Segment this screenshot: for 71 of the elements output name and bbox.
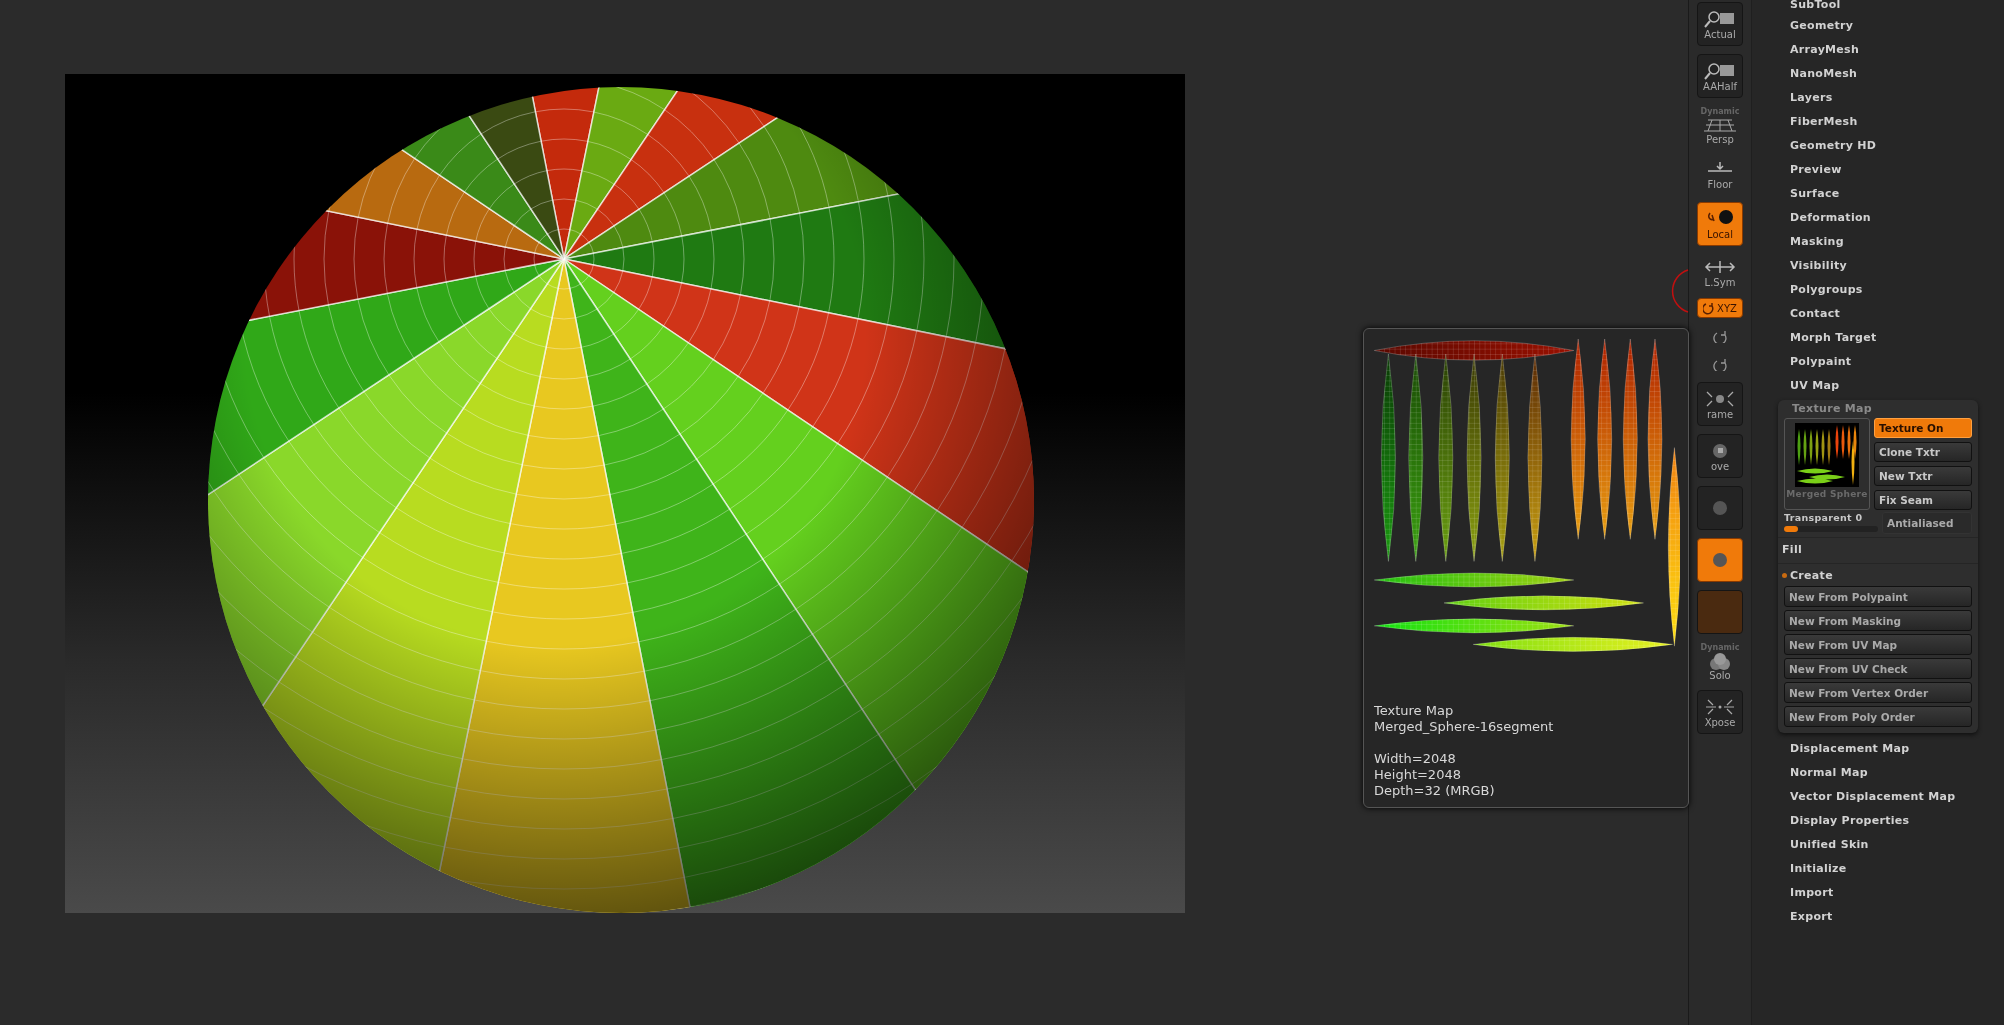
toolbar-button[interactable]: Local (1697, 202, 1743, 246)
menu-item[interactable]: Layers (1778, 86, 1833, 110)
menu-item[interactable]: Geometry HD (1778, 134, 1877, 158)
create-button[interactable]: New From Vertex Order (1784, 682, 1972, 703)
menu-item[interactable]: Masking (1778, 230, 1844, 254)
magnifier-icon (1704, 8, 1736, 29)
menu-item[interactable]: Displacement Map (1778, 737, 1910, 761)
toolbar-button[interactable]: ove (1697, 434, 1743, 478)
create-button[interactable]: New From Poly Order (1784, 706, 1972, 727)
menu-item[interactable]: NanoMesh (1778, 62, 1858, 86)
toolbar-button[interactable]: XYZ (1697, 298, 1743, 318)
toolbar-button[interactable]: Xpose (1697, 690, 1743, 734)
menu-item[interactable]: Surface (1778, 182, 1840, 206)
thumbnail-caption: Merged Sphere (1786, 489, 1868, 499)
caption-text: Dynamic (1700, 107, 1740, 116)
texture-detail: Depth=32 (MRGB) (1374, 783, 1496, 799)
rotate-icon (1713, 329, 1727, 343)
toolbar-button[interactable]: AAHalf (1697, 54, 1743, 98)
menu-item[interactable]: Initialize (1778, 857, 1847, 881)
texture-detail: Width=2048 (1374, 751, 1457, 767)
create-button[interactable]: New From Polypaint (1784, 586, 1972, 607)
menu-item[interactable]: Deformation (1778, 206, 1871, 230)
menu-item[interactable]: Preview (1778, 158, 1842, 182)
slider-track[interactable] (1784, 526, 1878, 532)
viewport[interactable] (65, 74, 1185, 913)
toolbar-button[interactable]: Floor (1697, 154, 1743, 194)
menu-item[interactable]: Vector Displacement Map (1778, 785, 1956, 809)
texture-name: Merged_Sphere-16segment (1374, 719, 1555, 735)
menu-item[interactable]: Geometry (1778, 14, 1854, 38)
texture-button[interactable]: New Txtr (1874, 466, 1972, 486)
toolbar-button[interactable]: Dynamic Persp (1697, 106, 1743, 146)
slider-label: Transparent 0 (1784, 512, 1863, 523)
slider-fill[interactable] (1784, 526, 1799, 532)
menu-item[interactable]: Display Properties (1778, 809, 1910, 833)
menu-item[interactable]: Unified Skin (1778, 833, 1869, 857)
rotate-icon (1713, 357, 1727, 371)
menu-item[interactable]: FiberMesh (1778, 110, 1858, 134)
create-button[interactable]: New From Masking (1784, 610, 1972, 631)
texture-button[interactable]: Clone Txtr (1874, 442, 1972, 462)
brush-cursor-drawing (1671, 269, 1689, 313)
menu-item[interactable]: UV Map (1778, 374, 1840, 398)
grid-icon (1704, 116, 1736, 134)
menu-item[interactable]: Polypaint (1778, 350, 1852, 374)
create-button[interactable]: New From UV Check (1784, 658, 1972, 679)
toolbar-button[interactable]: Dynamic Solo (1697, 642, 1743, 682)
menu-item[interactable]: Polygroups (1778, 278, 1863, 302)
magnifier-icon (1704, 60, 1736, 81)
toolbar-button[interactable]: L.Sym (1697, 254, 1743, 290)
texture-detail: Height=2048 (1374, 767, 1462, 783)
menu-item[interactable]: Import (1778, 881, 1834, 905)
texture-button[interactable]: Texture On (1874, 418, 1972, 438)
menu-item[interactable]: Export (1778, 905, 1833, 929)
panel-title[interactable]: Texture Map (1778, 400, 1872, 418)
section-label[interactable]: Create (1790, 568, 1833, 582)
caption-text: Dynamic (1700, 643, 1740, 652)
texture-thumbnail (1795, 423, 1859, 487)
menu-item[interactable]: ArrayMesh (1778, 38, 1860, 62)
texture-button[interactable]: Antialiased (1882, 512, 1972, 534)
texture-button[interactable]: Fix Seam (1874, 490, 1972, 510)
popup-title: Texture Map (1374, 703, 1455, 719)
toolbar-button[interactable] (1697, 486, 1743, 530)
menu-item[interactable]: Morph Target (1778, 326, 1877, 350)
menu-item[interactable]: Contact (1778, 302, 1841, 326)
toolbar-button[interactable]: rame (1697, 382, 1743, 426)
toolbar-button[interactable] (1697, 538, 1743, 582)
toolbar-button[interactable]: Actual (1697, 2, 1743, 46)
section-label[interactable]: Fill (1782, 542, 1803, 556)
create-button[interactable]: New From UV Map (1784, 634, 1972, 655)
menu-item[interactable]: Visibility (1778, 254, 1848, 278)
menu-item[interactable]: Normal Map (1778, 761, 1868, 785)
menu-item[interactable]: SubTool (1778, 0, 1841, 14)
